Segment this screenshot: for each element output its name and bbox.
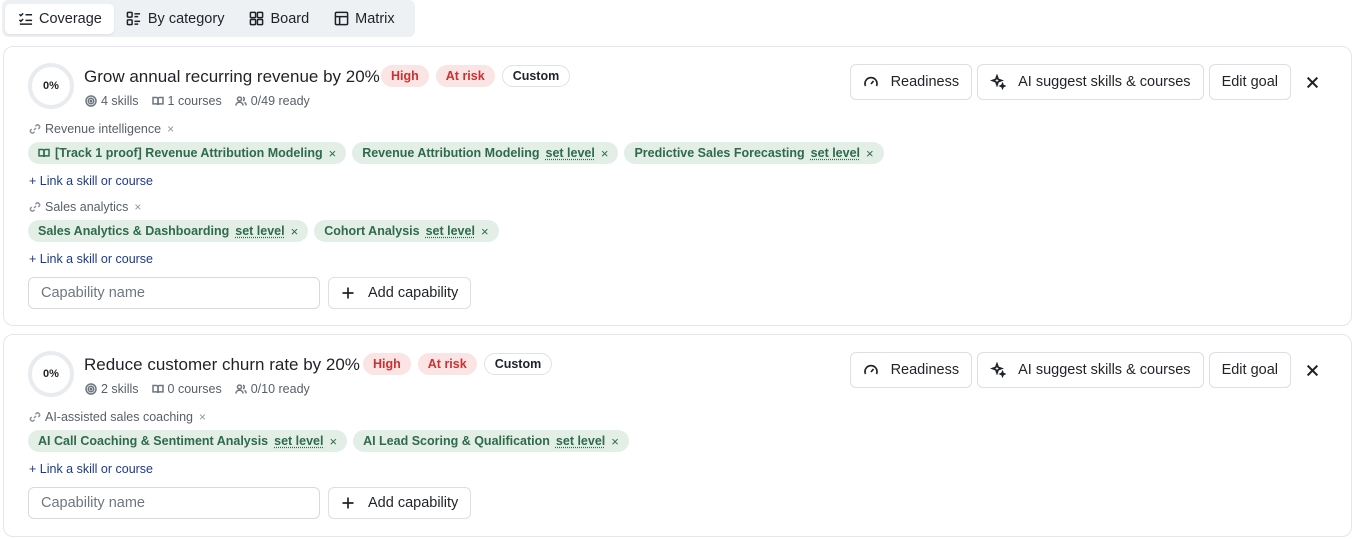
skill-chip[interactable]: Cohort Analysis set level ×	[314, 220, 499, 242]
progress-ring: 0%	[28, 63, 74, 109]
goal-badges: High At risk Custom	[363, 353, 553, 375]
courses-count: 0 courses	[151, 382, 222, 396]
capability-label: Revenue intelligence ×	[29, 122, 174, 136]
users-icon	[234, 96, 247, 106]
tab-label: By category	[147, 10, 225, 27]
goal-card: 0% Reduce customer churn rate by 20% Hig…	[3, 334, 1352, 537]
ready-count: 0/49 ready	[234, 94, 310, 108]
gauge-icon	[863, 364, 878, 375]
category-list-icon	[126, 11, 142, 27]
readiness-button[interactable]: Readiness	[849, 64, 973, 100]
goal-card: 0% Grow annual recurring revenue by 20% …	[3, 46, 1352, 326]
capability-label: Sales analytics ×	[29, 200, 141, 214]
board-grid-icon	[248, 11, 264, 27]
priority-badge: High	[363, 353, 411, 375]
sparkles-icon	[990, 74, 1007, 90]
ai-suggest-button[interactable]: AI suggest skills & courses	[977, 352, 1204, 388]
book-icon	[151, 384, 164, 394]
capability-name-input[interactable]	[28, 487, 320, 519]
list-check-icon	[17, 11, 33, 27]
tab-label: Coverage	[39, 10, 102, 27]
capability-name-input[interactable]	[28, 277, 320, 309]
link-icon	[29, 412, 41, 422]
goal-title: Grow annual recurring revenue by 20%	[84, 67, 380, 86]
users-icon	[234, 384, 247, 394]
goal-actions: Readiness AI suggest skills & courses Ed…	[849, 352, 1291, 388]
courses-count: 1 courses	[151, 94, 222, 108]
set-level-link[interactable]: set level	[235, 224, 284, 238]
type-badge: Custom	[501, 65, 571, 87]
readiness-button[interactable]: Readiness	[849, 352, 973, 388]
plus-icon	[342, 497, 354, 509]
add-capability-button[interactable]: Add capability	[328, 277, 472, 309]
set-level-link[interactable]: set level	[546, 146, 595, 160]
plus-icon	[342, 287, 354, 299]
capability-chips: [Track 1 proof] Revenue Attribution Mode…	[28, 142, 884, 164]
target-icon	[85, 95, 97, 107]
remove-chip-icon[interactable]: ×	[329, 434, 337, 449]
view-tabs: Coverage By category Board Matrix	[2, 0, 415, 37]
tab-matrix[interactable]: Matrix	[321, 4, 406, 34]
set-level-link[interactable]: set level	[426, 224, 475, 238]
gauge-icon	[863, 76, 878, 87]
capability-chips: AI Call Coaching & Sentiment Analysis se…	[28, 430, 629, 452]
skill-chip[interactable]: AI Call Coaching & Sentiment Analysis se…	[28, 430, 348, 452]
book-icon	[151, 96, 164, 106]
link-icon	[29, 124, 41, 134]
set-level-link[interactable]: set level	[811, 146, 860, 160]
goal-badges: High At risk Custom	[381, 65, 571, 87]
skills-count: 4 skills	[85, 94, 139, 108]
sparkles-icon	[990, 362, 1007, 378]
remove-chip-icon[interactable]: ×	[611, 434, 619, 449]
edit-goal-button[interactable]: Edit goal	[1208, 352, 1291, 388]
capability-chips: Sales Analytics & Dashboarding set level…	[28, 220, 499, 242]
remove-capability-icon[interactable]: ×	[134, 200, 141, 214]
ready-count: 0/10 ready	[234, 382, 310, 396]
skills-count: 2 skills	[85, 382, 139, 396]
skill-chip[interactable]: Sales Analytics & Dashboarding set level…	[28, 220, 309, 242]
remove-chip-icon[interactable]: ×	[866, 146, 874, 161]
goal-meta: 2 skills 0 courses 0/10 ready	[85, 382, 310, 396]
add-capability-button[interactable]: Add capability	[328, 487, 472, 519]
link-skill-or-course[interactable]: + Link a skill or course	[29, 174, 153, 188]
set-level-link[interactable]: set level	[274, 434, 323, 448]
tab-label: Matrix	[355, 10, 395, 27]
link-icon	[29, 202, 41, 212]
remove-chip-icon[interactable]: ×	[291, 224, 299, 239]
status-badge: At risk	[417, 353, 477, 375]
set-level-link[interactable]: set level	[556, 434, 605, 448]
remove-capability-icon[interactable]: ×	[167, 122, 174, 136]
type-badge: Custom	[483, 353, 553, 375]
remove-capability-icon[interactable]: ×	[199, 410, 206, 424]
table-icon	[333, 11, 349, 27]
goal-actions: Readiness AI suggest skills & courses Ed…	[849, 64, 1291, 100]
tab-label: Board	[270, 10, 310, 27]
skill-chip[interactable]: Revenue Attribution Modeling set level ×	[352, 142, 619, 164]
link-skill-or-course[interactable]: + Link a skill or course	[29, 252, 153, 266]
close-icon[interactable]	[1303, 361, 1321, 379]
tab-by-category[interactable]: By category	[114, 4, 237, 34]
tab-coverage[interactable]: Coverage	[5, 3, 114, 34]
link-skill-or-course[interactable]: + Link a skill or course	[29, 462, 153, 476]
remove-chip-icon[interactable]: ×	[481, 224, 489, 239]
status-badge: At risk	[435, 65, 495, 87]
tab-board[interactable]: Board	[236, 4, 321, 34]
goal-title: Reduce customer churn rate by 20%	[84, 355, 360, 374]
priority-badge: High	[381, 65, 429, 87]
book-icon	[38, 148, 50, 158]
remove-chip-icon[interactable]: ×	[601, 146, 609, 161]
ai-suggest-button[interactable]: AI suggest skills & courses	[977, 64, 1204, 100]
goal-meta: 4 skills 1 courses 0/49 ready	[85, 94, 310, 108]
remove-chip-icon[interactable]: ×	[329, 146, 337, 161]
edit-goal-button[interactable]: Edit goal	[1208, 64, 1291, 100]
target-icon	[85, 383, 97, 395]
progress-ring: 0%	[28, 351, 74, 397]
capability-label: AI-assisted sales coaching ×	[29, 410, 206, 424]
skill-chip[interactable]: Predictive Sales Forecasting set level ×	[624, 142, 884, 164]
skill-chip[interactable]: AI Lead Scoring & Qualification set leve…	[353, 430, 629, 452]
course-chip[interactable]: [Track 1 proof] Revenue Attribution Mode…	[28, 142, 347, 164]
close-icon[interactable]	[1303, 73, 1321, 91]
